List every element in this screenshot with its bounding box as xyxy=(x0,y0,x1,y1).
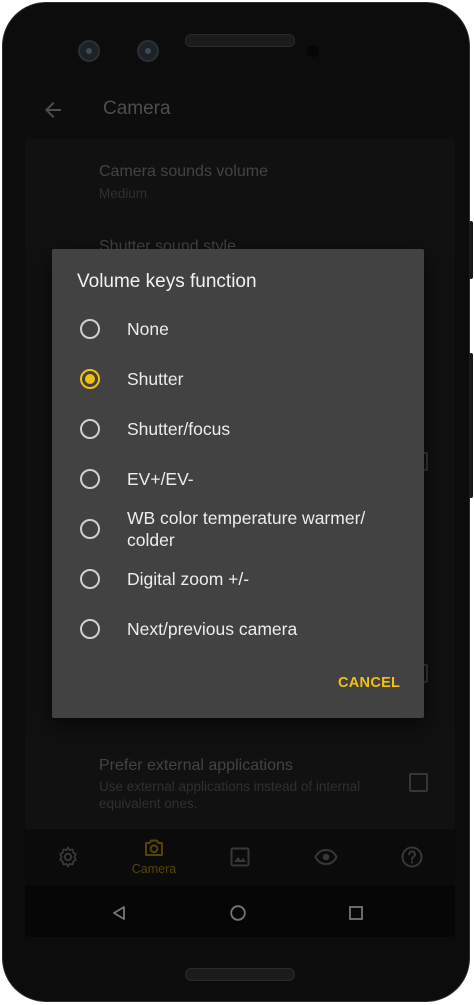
front-camera-icon xyxy=(137,40,159,62)
radio-button[interactable] xyxy=(80,519,100,539)
radio-button[interactable] xyxy=(80,569,100,589)
radio-button-selected[interactable] xyxy=(80,369,100,389)
proximity-sensor xyxy=(307,45,319,57)
option-shutter-focus[interactable]: Shutter/focus xyxy=(52,406,424,452)
option-none[interactable]: None xyxy=(52,306,424,352)
option-ev[interactable]: EV+/EV- xyxy=(52,456,424,502)
phone-frame: Camera Camera sounds volume Medium Shutt… xyxy=(2,2,473,1002)
screen: Camera Camera sounds volume Medium Shutt… xyxy=(25,81,455,937)
option-wb-color-temperature[interactable]: WB color temperature warmer/ colder xyxy=(52,506,424,558)
option-next-previous-camera[interactable]: Next/previous camera xyxy=(52,606,424,652)
option-label: Shutter/focus xyxy=(127,419,231,439)
option-label: Next/previous camera xyxy=(127,619,298,639)
front-camera-icon xyxy=(78,40,100,62)
volume-keys-dialog: Volume keys function None Shutter Shutte… xyxy=(52,249,424,718)
power-button xyxy=(469,353,473,498)
option-digital-zoom[interactable]: Digital zoom +/- xyxy=(52,556,424,602)
radio-button[interactable] xyxy=(80,319,100,339)
option-label: EV+/EV- xyxy=(127,469,194,489)
option-label: Digital zoom +/- xyxy=(127,569,250,589)
bottom-speaker xyxy=(185,968,295,981)
dialog-title: Volume keys function xyxy=(77,271,257,292)
volume-button xyxy=(469,221,473,279)
radio-button[interactable] xyxy=(80,419,100,439)
radio-button[interactable] xyxy=(80,469,100,489)
option-label: Shutter xyxy=(127,369,184,389)
option-label: WB color temperature warmer/ colder xyxy=(127,508,366,550)
option-label: None xyxy=(127,319,169,339)
radio-button[interactable] xyxy=(80,619,100,639)
earpiece-speaker xyxy=(185,34,295,47)
cancel-button[interactable]: CANCEL xyxy=(338,675,400,691)
option-shutter[interactable]: Shutter xyxy=(52,356,424,402)
